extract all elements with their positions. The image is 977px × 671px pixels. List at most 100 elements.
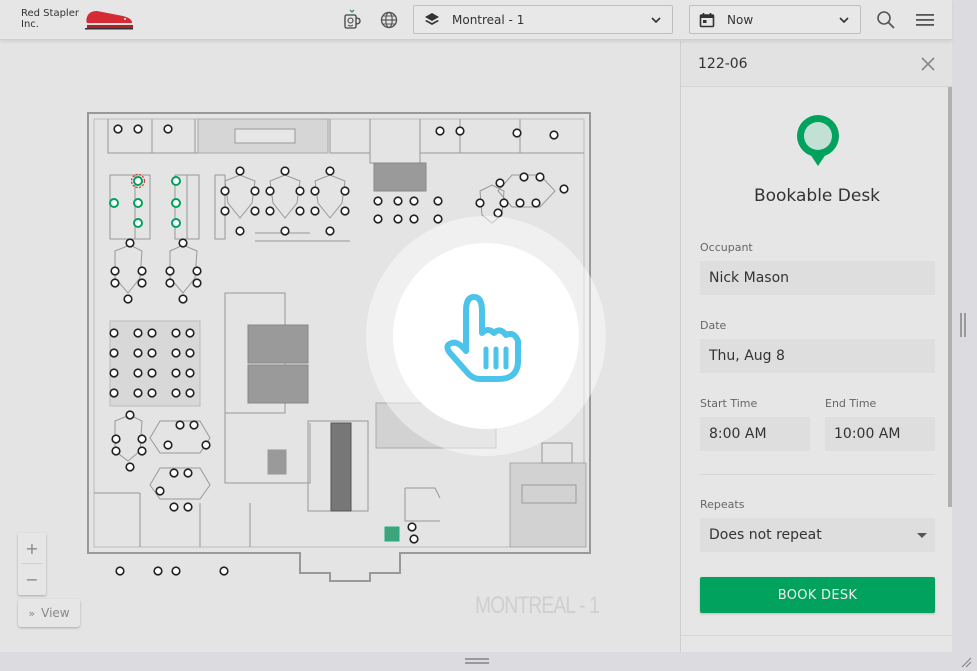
occupied-desk-marker[interactable] [111, 446, 121, 456]
occupied-desk-marker[interactable] [147, 368, 157, 378]
occupied-desk-marker[interactable] [325, 166, 335, 176]
occupied-desk-marker[interactable] [189, 420, 199, 430]
occupied-desk-marker[interactable] [475, 198, 485, 208]
occupied-desk-marker[interactable] [183, 468, 193, 478]
occupied-desk-marker[interactable] [171, 348, 181, 358]
occupied-desk-marker[interactable] [250, 186, 260, 196]
occupied-desk-marker[interactable] [171, 388, 181, 398]
occupied-desk-marker[interactable] [295, 186, 305, 196]
occupied-desk-marker[interactable] [409, 534, 419, 544]
close-icon[interactable] [920, 56, 936, 72]
available-desk-marker[interactable] [133, 198, 143, 208]
occupied-desk-marker[interactable] [325, 226, 335, 236]
occupied-desk-marker[interactable] [113, 124, 123, 134]
occupied-desk-marker[interactable] [310, 186, 320, 196]
occupied-desk-marker[interactable] [433, 196, 443, 206]
occupied-desk-marker[interactable] [409, 214, 419, 224]
occupied-desk-marker[interactable] [435, 126, 445, 136]
zoom-in-button[interactable]: + [18, 533, 46, 563]
occupied-desk-marker[interactable] [110, 266, 120, 276]
occupied-desk-marker[interactable] [519, 172, 529, 182]
occupied-desk-marker[interactable] [137, 278, 147, 288]
occupied-desk-marker[interactable] [280, 166, 290, 176]
occupied-desk-marker[interactable] [265, 206, 275, 216]
occupied-desk-marker[interactable] [109, 368, 119, 378]
occupied-desk-marker[interactable] [133, 348, 143, 358]
occupied-desk-marker[interactable] [171, 328, 181, 338]
occupied-desk-marker[interactable] [183, 502, 193, 512]
occupied-desk-marker[interactable] [169, 502, 179, 512]
occupied-desk-marker[interactable] [495, 178, 505, 188]
occupied-desk-marker[interactable] [250, 206, 260, 216]
occupied-desk-marker[interactable] [310, 206, 320, 216]
occupied-desk-marker[interactable] [407, 522, 417, 532]
available-desk-marker[interactable] [171, 218, 181, 228]
occupied-desk-marker[interactable] [280, 226, 290, 236]
occupied-desk-marker[interactable] [499, 198, 509, 208]
occupied-desk-marker[interactable] [110, 278, 120, 288]
occupied-desk-marker[interactable] [125, 462, 135, 472]
occupied-desk-marker[interactable] [133, 124, 143, 134]
date-selector[interactable]: Now [689, 5, 861, 34]
globe-icon[interactable] [378, 9, 400, 31]
occupied-desk-marker[interactable] [235, 166, 245, 176]
occupied-desk-marker[interactable] [153, 566, 163, 576]
book-desk-button[interactable]: BOOK DESK [700, 577, 935, 613]
occupied-desk-marker[interactable] [512, 128, 522, 138]
occupied-desk-marker[interactable] [109, 388, 119, 398]
occupied-desk-marker[interactable] [340, 186, 350, 196]
occupied-desk-marker[interactable] [125, 238, 135, 248]
occupied-desk-marker[interactable] [235, 226, 245, 236]
horizontal-resize-handle[interactable] [465, 658, 489, 664]
occupied-desk-marker[interactable] [109, 348, 119, 358]
floor-map[interactable]: MONTREAL - 1 + − » View [0, 41, 680, 652]
occupied-desk-marker[interactable] [185, 348, 195, 358]
occupied-desk-marker[interactable] [220, 186, 230, 196]
occupied-desk-marker[interactable] [549, 130, 559, 140]
occupied-desk-marker[interactable] [373, 214, 383, 224]
occupied-desk-marker[interactable] [171, 368, 181, 378]
available-desk-marker[interactable] [171, 198, 181, 208]
occupied-desk-marker[interactable] [123, 294, 133, 304]
occupied-desk-marker[interactable] [147, 328, 157, 338]
occupied-desk-marker[interactable] [147, 388, 157, 398]
occupied-desk-marker[interactable] [220, 206, 230, 216]
occupied-desk-marker[interactable] [147, 348, 157, 358]
occupied-desk-marker[interactable] [219, 566, 229, 576]
occupied-desk-marker[interactable] [163, 124, 173, 134]
occupied-desk-marker[interactable] [165, 278, 175, 288]
occupied-desk-marker[interactable] [340, 206, 350, 216]
start-time-field[interactable]: 8:00 AM [700, 417, 810, 451]
zoom-out-button[interactable]: − [18, 564, 46, 594]
occupied-desk-marker[interactable] [192, 278, 202, 288]
occupied-desk-marker[interactable] [171, 566, 181, 576]
date-field[interactable]: Thu, Aug 8 [700, 339, 935, 373]
coffee-mug-icon[interactable] [341, 9, 363, 31]
occupied-desk-marker[interactable] [115, 566, 125, 576]
occupied-desk-marker[interactable] [265, 186, 275, 196]
occupied-desk-marker[interactable] [109, 328, 119, 338]
occupied-desk-marker[interactable] [515, 198, 525, 208]
occupied-desk-marker[interactable] [393, 196, 403, 206]
occupied-desk-marker[interactable] [201, 440, 211, 450]
occupied-desk-marker[interactable] [535, 172, 545, 182]
occupied-desk-marker[interactable] [163, 440, 173, 450]
occupied-desk-marker[interactable] [295, 206, 305, 216]
occupied-desk-marker[interactable] [178, 294, 188, 304]
view-button[interactable]: » View [18, 599, 80, 627]
occupied-desk-marker[interactable] [137, 266, 147, 276]
occupied-desk-marker[interactable] [531, 198, 541, 208]
menu-icon[interactable] [914, 9, 936, 31]
occupied-desk-marker[interactable] [178, 238, 188, 248]
repeats-select[interactable]: Does not repeat [700, 518, 935, 552]
available-desk-marker[interactable] [171, 176, 181, 186]
occupied-desk-marker[interactable] [133, 328, 143, 338]
occupied-desk-marker[interactable] [455, 126, 465, 136]
occupied-desk-marker[interactable] [165, 266, 175, 276]
occupied-desk-marker[interactable] [185, 328, 195, 338]
occupied-desk-marker[interactable] [125, 410, 135, 420]
occupied-desk-marker[interactable] [169, 468, 179, 478]
occupied-desk-marker[interactable] [137, 446, 147, 456]
occupied-desk-marker[interactable] [175, 420, 185, 430]
occupied-desk-marker[interactable] [137, 434, 147, 444]
